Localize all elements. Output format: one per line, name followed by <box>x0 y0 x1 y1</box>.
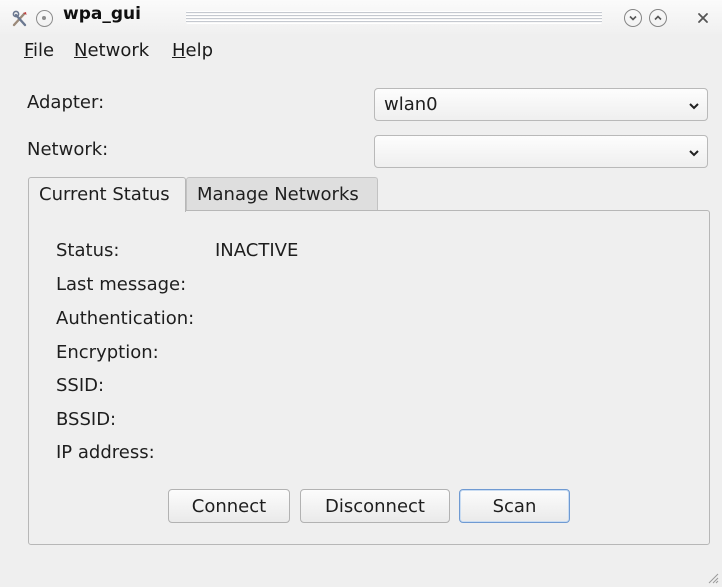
network-label: Network: <box>27 139 109 160</box>
tab-manage-networks[interactable]: Manage Networks <box>186 177 378 211</box>
status-value: INACTIVE <box>215 240 299 261</box>
network-select[interactable] <box>374 135 708 168</box>
menu-network-mnemonic: N <box>74 40 88 61</box>
menu-bar: File Network Help <box>0 36 722 70</box>
minimize-icon[interactable] <box>624 9 642 27</box>
menu-network[interactable]: Network <box>74 40 149 61</box>
window-title: wpa_gui <box>63 4 141 24</box>
app-tools-icon[interactable] <box>10 9 30 29</box>
status-label: Status: <box>56 240 120 261</box>
encryption-label: Encryption: <box>56 342 159 363</box>
menu-help-mnemonic: H <box>172 40 186 61</box>
menu-help-label: elp <box>185 40 214 61</box>
adapter-select[interactable]: wlan0 <box>374 88 708 121</box>
ip-address-label: IP address: <box>56 442 155 463</box>
bssid-label: BSSID: <box>56 409 117 430</box>
disconnect-button[interactable]: Disconnect <box>300 489 450 523</box>
connect-button[interactable]: Connect <box>168 489 290 523</box>
menu-file-mnemonic: F <box>24 40 34 61</box>
tab-current-status-label: Current Status <box>39 184 170 205</box>
tab-current-status[interactable]: Current Status <box>28 177 186 212</box>
chevron-down-icon <box>689 150 699 157</box>
title-bar-grip <box>186 11 602 24</box>
ssid-label: SSID: <box>56 375 105 396</box>
tab-manage-networks-label: Manage Networks <box>197 184 359 205</box>
resize-grip-icon[interactable] <box>705 570 719 584</box>
adapter-select-value: wlan0 <box>384 94 438 115</box>
scan-button[interactable]: Scan <box>459 489 570 523</box>
last-message-label: Last message: <box>56 274 187 295</box>
title-bar[interactable]: wpa_gui <box>0 0 722 34</box>
close-icon[interactable] <box>694 9 712 27</box>
chevron-down-icon <box>689 103 699 110</box>
menu-network-label: etwork <box>87 40 150 61</box>
sticky-icon[interactable] <box>36 10 53 27</box>
menu-help[interactable]: Help <box>172 40 213 61</box>
menu-file-label: ile <box>33 40 55 61</box>
authentication-label: Authentication: <box>56 308 195 329</box>
adapter-label: Adapter: <box>27 92 105 113</box>
maximize-icon[interactable] <box>649 9 667 27</box>
menu-file[interactable]: File <box>24 40 54 61</box>
